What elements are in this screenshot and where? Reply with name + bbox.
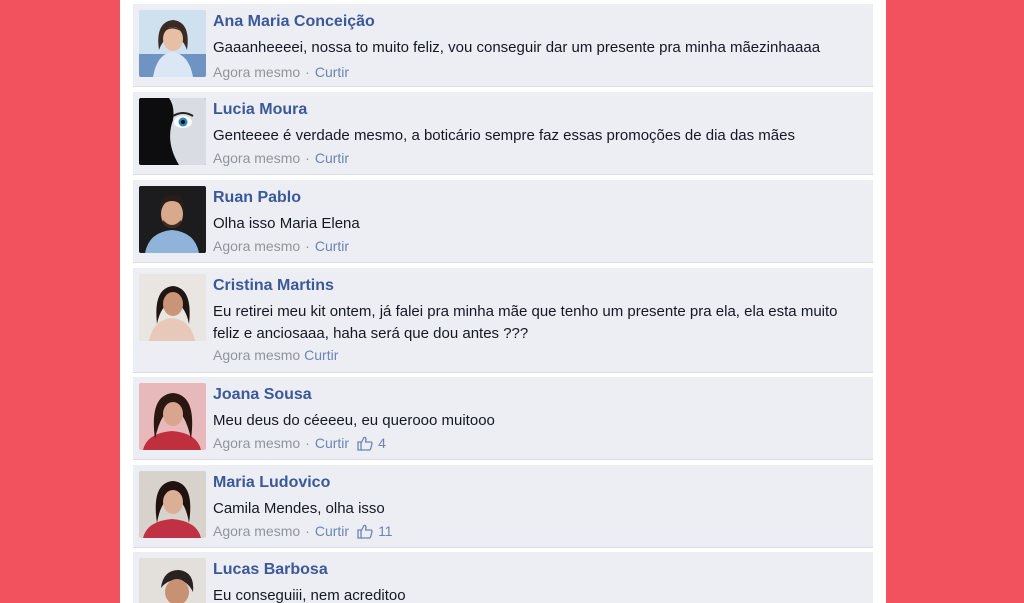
comment-meta: Agora mesmo · Curtir: [213, 64, 349, 80]
comment-text: Genteeee é verdade mesmo, a boticário se…: [213, 127, 795, 144]
avatar[interactable]: [139, 186, 206, 253]
comment-item: Maria Ludovico Camila Mendes, olha isso …: [133, 465, 873, 548]
comment-meta: Agora mesmo · Curtir: [213, 150, 349, 166]
comment-time[interactable]: Agora mesmo: [213, 64, 300, 80]
comment-author[interactable]: Ruan Pablo: [213, 189, 301, 207]
comment-time[interactable]: Agora mesmo: [213, 435, 300, 451]
comment-text: Meu deus do céeeeu, eu querooo muitooo: [213, 412, 495, 429]
comment-time[interactable]: Agora mesmo: [213, 150, 300, 166]
comment-item: Ruan Pablo Olha isso Maria Elena Agora m…: [133, 180, 873, 263]
comment-time[interactable]: Agora mesmo: [213, 347, 300, 363]
like-button[interactable]: Curtir: [315, 150, 349, 166]
comment-text: Gaaanheeeei, nossa to muito feliz, vou c…: [213, 39, 821, 56]
comment-text: Eu retirei meu kit ontem, já falei pra m…: [213, 303, 838, 342]
separator-dot: ·: [305, 150, 310, 166]
separator-dot: ·: [305, 435, 310, 451]
like-button[interactable]: Curtir: [304, 347, 338, 363]
avatar[interactable]: [139, 98, 206, 165]
like-button[interactable]: Curtir: [315, 435, 349, 451]
avatar[interactable]: [139, 471, 206, 538]
comment-item: Cristina Martins Eu retirei meu kit onte…: [133, 268, 873, 373]
like-count[interactable]: 11: [357, 523, 393, 539]
separator-dot: ·: [305, 64, 310, 80]
comment-item: Lucas Barbosa Eu conseguiii, nem acredit…: [133, 552, 873, 603]
comment-author[interactable]: Maria Ludovico: [213, 474, 330, 492]
comment-item: Ana Maria Conceição Gaaanheeeei, nossa t…: [133, 4, 873, 87]
comment-author[interactable]: Lucia Moura: [213, 101, 307, 119]
comment-text: Eu conseguiii, nem acreditoo: [213, 587, 406, 603]
avatar[interactable]: [139, 10, 206, 77]
like-button[interactable]: Curtir: [315, 523, 349, 539]
like-count-number: 11: [378, 523, 393, 539]
thumbs-up-icon: [357, 524, 373, 539]
comment-author[interactable]: Cristina Martins: [213, 277, 334, 295]
comment-meta: Agora mesmo · Curtir: [213, 238, 349, 254]
avatar[interactable]: [139, 558, 206, 603]
comment-item: Lucia Moura Genteeee é verdade mesmo, a …: [133, 92, 873, 175]
comment-time[interactable]: Agora mesmo: [213, 238, 300, 254]
comment-time[interactable]: Agora mesmo: [213, 523, 300, 539]
comment-text: Camila Mendes, olha isso: [213, 500, 385, 517]
comments-panel: Ana Maria Conceição Gaaanheeeei, nossa t…: [120, 0, 886, 603]
like-count-number: 4: [378, 435, 386, 451]
comment-author[interactable]: Lucas Barbosa: [213, 561, 328, 579]
like-button[interactable]: Curtir: [315, 64, 349, 80]
separator-dot: ·: [305, 238, 310, 254]
comment-text: Olha isso Maria Elena: [213, 215, 360, 232]
comment-meta: Agora mesmo Curtir: [213, 347, 338, 363]
like-button[interactable]: Curtir: [315, 238, 349, 254]
separator-dot: ·: [305, 523, 310, 539]
like-count[interactable]: 4: [357, 435, 386, 451]
avatar[interactable]: [139, 383, 206, 450]
comment-item: Joana Sousa Meu deus do céeeeu, eu quero…: [133, 377, 873, 460]
avatar[interactable]: [139, 274, 206, 341]
comment-author[interactable]: Ana Maria Conceição: [213, 13, 375, 31]
thumbs-up-icon: [357, 436, 373, 451]
comment-meta: Agora mesmo · Curtir 11: [213, 523, 393, 539]
comment-author[interactable]: Joana Sousa: [213, 386, 312, 404]
comment-meta: Agora mesmo · Curtir 4: [213, 435, 386, 451]
